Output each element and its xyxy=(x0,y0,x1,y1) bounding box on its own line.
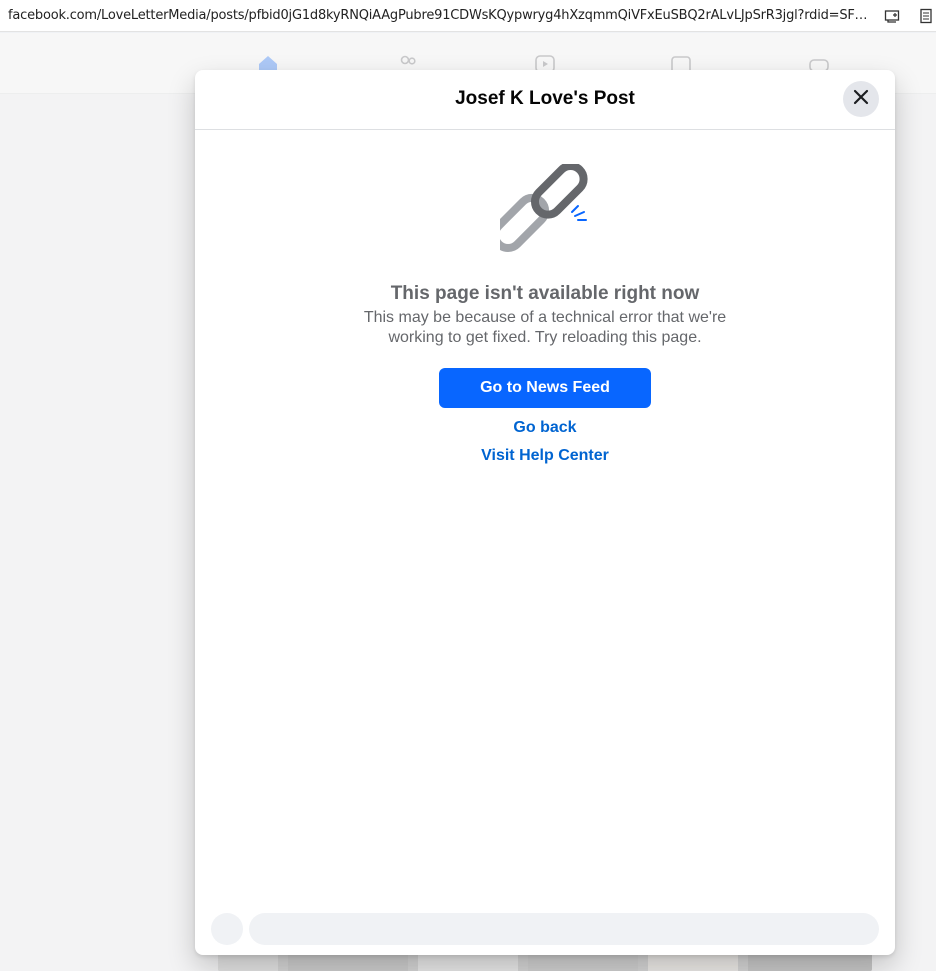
dialog-title: Josef K Love's Post xyxy=(455,88,635,109)
visit-help-center-link[interactable]: Visit Help Center xyxy=(195,447,895,465)
cast-icon[interactable] xyxy=(884,8,900,24)
url-field[interactable]: facebook.com/LoveLetterMedia/posts/pfbid… xyxy=(8,8,873,24)
error-title: This page isn't available right now xyxy=(390,283,700,304)
broken-link-icon xyxy=(491,161,590,256)
reader-mode-icon[interactable] xyxy=(918,8,934,24)
avatar xyxy=(211,913,243,945)
post-dialog: Josef K Love's Post This page isn't avai… xyxy=(195,70,895,955)
close-button[interactable] xyxy=(843,81,879,117)
go-to-news-feed-button[interactable]: Go to News Feed xyxy=(439,368,651,408)
close-icon xyxy=(852,88,870,111)
comment-input-placeholder xyxy=(249,913,879,945)
browser-address-bar: facebook.com/LoveLetterMedia/posts/pfbid… xyxy=(0,0,936,32)
error-message: This may be because of a technical error… xyxy=(363,309,727,346)
dialog-header: Josef K Love's Post xyxy=(195,70,895,130)
go-back-link[interactable]: Go back xyxy=(195,419,895,437)
